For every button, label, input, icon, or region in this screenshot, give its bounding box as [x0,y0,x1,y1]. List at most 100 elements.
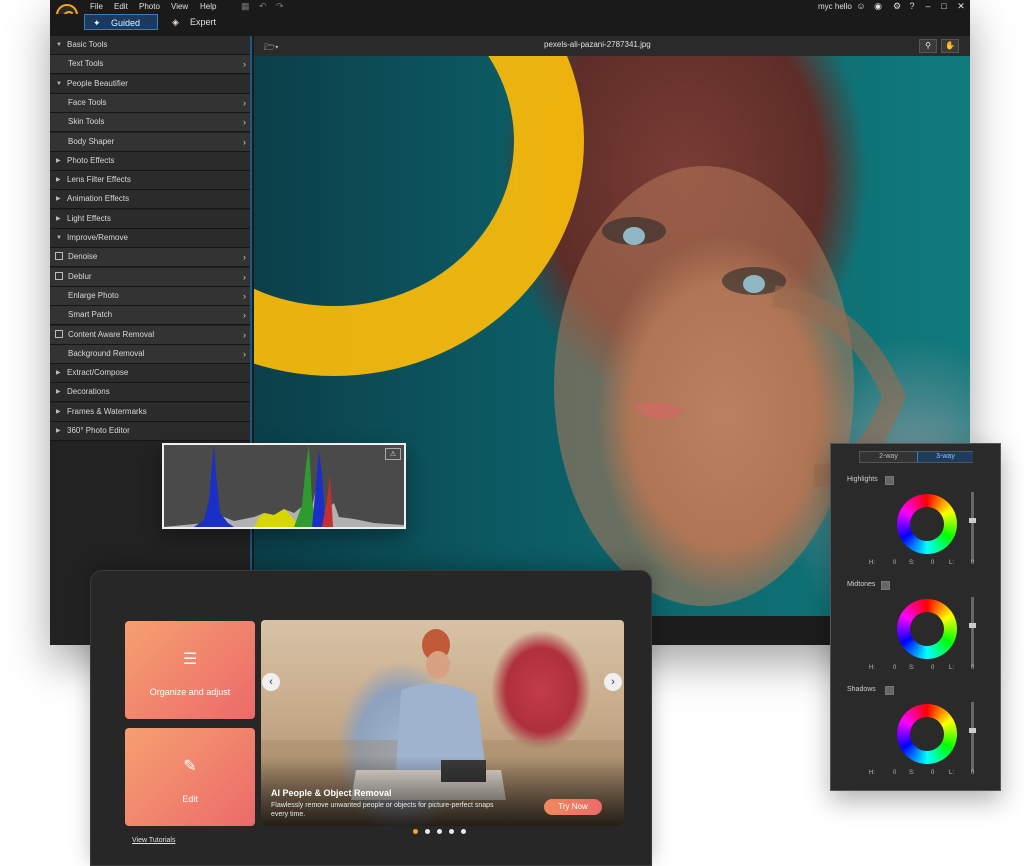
tab-3-way[interactable]: 3-way [917,452,973,462]
carousel-dot[interactable] [413,829,418,834]
highlights-label: Highlights [847,476,878,483]
sidebar-item-text-tools[interactable]: › Text Tools [50,55,250,75]
histogram-panel: ⚠ [162,443,406,529]
settings-icon[interactable]: ⚙ [892,1,902,11]
user-icon[interactable]: ☺ [856,1,866,11]
sidebar-category-decorations[interactable]: ▶ Decorations [50,383,250,403]
sidebar-item-deblur[interactable]: › Deblur [50,267,250,287]
photo-edit-icon: ✎ [183,758,197,775]
sidebar-item-face-tools[interactable]: › Face Tools [50,93,250,113]
canvas-toolbar: 🗁▾ pexels-ali-pazani-2787341.jpg ⚲ ✋ [254,36,970,56]
sidebar-item-skin-tools[interactable]: › Skin Tools [50,113,250,133]
l-value: 0 [971,770,975,776]
feature-banner[interactable]: AI People & Object Removal Flawlessly re… [261,620,624,826]
carousel-prev-icon[interactable]: ‹ [262,673,280,691]
sidebar-item-enlarge-photo[interactable]: › Enlarge Photo [50,286,250,306]
help-icon[interactable]: ? [907,1,917,11]
sidebar-category-animation-effects[interactable]: ▶ Animation Effects [50,190,250,210]
sidebar-item-label: Animation Effects [67,194,130,204]
minimize-icon[interactable]: – [923,1,933,11]
ai-tool-icon [55,252,63,261]
highlights-color-wheel[interactable] [897,494,957,554]
ai-tool-icon [55,271,63,280]
undo-icon[interactable]: ↶ [259,1,267,12]
welcome-dialog: ☰ Organize and adjust ✎ Edit AI People &… [90,570,652,866]
shadows-luminance-slider[interactable] [969,702,976,772]
shadows-color-wheel[interactable] [897,704,957,764]
sidebar-item-label: Smart Patch [68,310,113,320]
menu-view[interactable]: View [171,2,188,11]
midtones-color-wheel[interactable] [897,599,957,659]
badge-icon[interactable]: ◉ [873,1,883,11]
shadows-hsl-readout: H: 0 S: 0 L: 0 [831,770,1002,780]
shadows-label: Shadows [847,686,876,693]
expand-right-icon: ▶ [56,428,61,434]
sidebar-item-content-aware-removal[interactable]: › Content Aware Removal [50,325,250,345]
slider-thumb[interactable] [969,728,976,733]
carousel-dot[interactable] [437,829,442,834]
sidebar-category-360-photo-editor[interactable]: ▶ 360° Photo Editor [50,422,250,441]
chevron-right-icon: › [243,290,246,301]
sidebar-item-label: Decorations [67,387,110,397]
sidebar-category-photo-effects[interactable]: ▶ Photo Effects [50,151,250,171]
organize-adjust-label: Organize and adjust [149,687,231,697]
h-value: 0 [893,560,897,566]
highlights-luminance-slider[interactable] [969,492,976,562]
organize-adjust-tile[interactable]: ☰ Organize and adjust [125,621,255,719]
midtones-luminance-slider[interactable] [969,597,976,667]
redo-icon[interactable]: ↷ [276,1,284,12]
midtones-checkbox[interactable] [881,581,890,590]
sidebar-item-smart-patch[interactable]: › Smart Patch [50,306,250,326]
sidebar-category-basic-tools[interactable]: ▼ Basic Tools [50,36,250,55]
menu-help[interactable]: Help [200,2,216,11]
view-tutorials-link[interactable]: View Tutorials [132,837,175,844]
slider-thumb[interactable] [969,623,976,628]
h-value: 0 [893,665,897,671]
try-now-button[interactable]: Try Now [544,799,602,815]
user-name: myc hello [818,2,852,11]
s-label: S: [909,770,915,776]
sidebar-category-people-beautifier[interactable]: ▼ People Beautifier [50,74,250,94]
sidebar-item-label: Deblur [68,271,92,281]
sidebar-item-background-removal[interactable]: › Background Removal [50,344,250,364]
sidebar-category-frames-watermarks[interactable]: ▶ Frames & Watermarks [50,402,250,422]
sidebar-item-body-shaper[interactable]: › Body Shaper [50,132,250,152]
sidebar-item-denoise[interactable]: › Denoise [50,248,250,268]
save-icon[interactable]: ▦ [241,1,250,12]
carousel-dot[interactable] [461,829,466,834]
carousel-dot[interactable] [449,829,454,834]
menu-photo[interactable]: Photo [139,2,160,11]
ai-tool-icon [55,329,63,338]
carousel-next-icon[interactable]: › [604,673,622,691]
menu-edit[interactable]: Edit [114,2,128,11]
shadows-checkbox[interactable] [885,686,894,695]
highlights-checkbox[interactable] [885,476,894,485]
sidebar-category-improve-remove[interactable]: ▼ Improve/Remove [50,229,250,248]
expert-mode-button[interactable]: ◈ Expert [170,14,230,30]
maximize-icon[interactable]: □ [939,1,949,11]
s-value: 0 [931,665,935,671]
slider-thumb[interactable] [969,518,976,523]
tab-2-way[interactable]: 2-way [860,452,917,462]
sidebar-category-light-effects[interactable]: ▶ Light Effects [50,209,250,229]
s-value: 0 [931,770,935,776]
zoom-icon[interactable]: ⚲ [919,39,937,53]
histogram-warning-icon[interactable]: ⚠ [385,448,401,460]
sidebar-category-lens-filter-effects[interactable]: ▶ Lens Filter Effects [50,171,250,191]
file-name: pexels-ali-pazani-2787341.jpg [544,40,651,49]
menu-file[interactable]: File [90,2,103,11]
banner-description: Flawlessly remove unwanted people or obj… [271,802,494,818]
sidebar-category-extract-compose[interactable]: ▶ Extract/Compose [50,364,250,384]
sidebar-item-label: Lens Filter Effects [67,175,131,185]
guided-label: Guided [111,18,141,28]
h-label: H: [869,560,875,566]
sidebar-item-label: Improve/Remove [67,233,128,242]
edit-label: Edit [182,794,198,804]
hand-icon[interactable]: ✋ [941,39,959,53]
close-icon[interactable]: ✕ [956,1,966,11]
expand-right-icon: ▶ [56,157,61,164]
carousel-dot[interactable] [425,829,430,834]
edit-tile[interactable]: ✎ Edit [125,728,255,826]
guided-mode-button[interactable]: ✦ Guided [84,14,158,30]
folder-icon[interactable]: 🗁▾ [264,40,282,52]
